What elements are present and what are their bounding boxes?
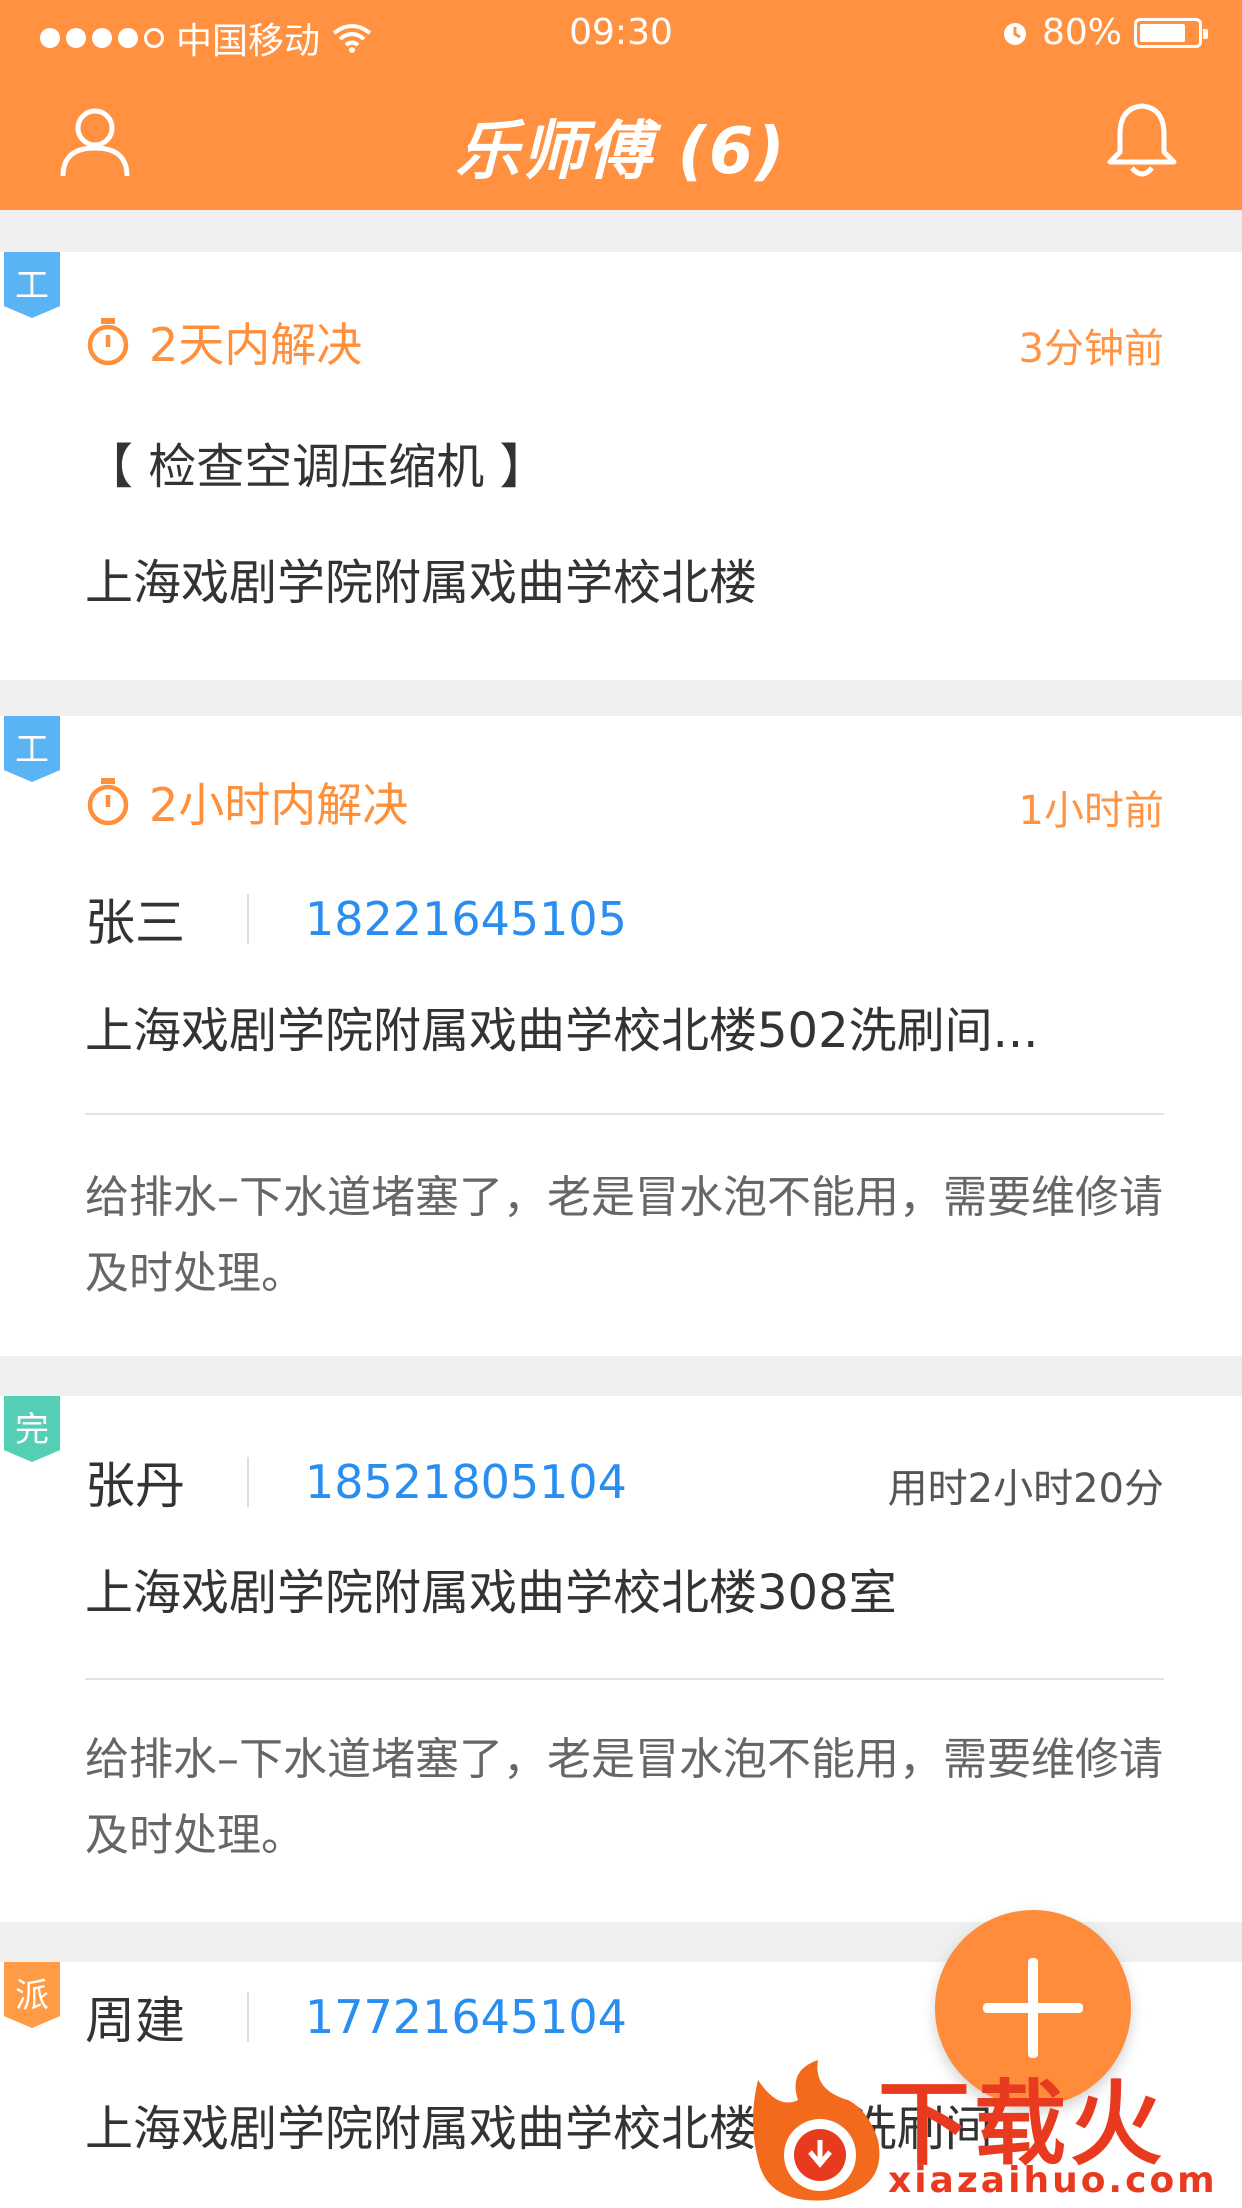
order-type-tag: 派 — [4, 1962, 60, 2028]
timer-icon — [87, 318, 129, 366]
section-divider — [85, 1678, 1164, 1680]
watermark-url: xiazaihuo.com — [888, 2160, 1218, 2201]
phone-link[interactable]: 17721645104 — [305, 1990, 627, 2044]
page-title: 乐师傅 (6) — [455, 115, 787, 189]
order-title: 【 检查空调压缩机 】 — [85, 439, 548, 495]
order-card-1[interactable]: 工 2天内解决 3分钟前 【 检查空调压缩机 】 上海戏剧学院附属戏曲学校北楼 — [0, 252, 1242, 680]
vertical-divider — [247, 1457, 249, 1507]
timer-icon — [87, 778, 129, 826]
order-card-3[interactable]: 完 张丹 18521805104 用时2小时20分 上海戏剧学院附属戏曲学校北楼… — [0, 1396, 1242, 1922]
status-bar: 中国移动 09:30 80% — [0, 0, 1242, 70]
time-ago: 1小时前 — [1018, 788, 1164, 834]
contact-name: 周建 — [85, 1992, 185, 2050]
duration-label: 用时2小时20分 — [887, 1466, 1164, 1512]
navigation-bar: 乐师傅 (6) — [0, 70, 1242, 210]
urgency-label: 2小时内解决 — [149, 778, 409, 832]
watermark-logo: 下载火 xiazaihuo.com — [738, 2040, 1242, 2208]
battery-percent: 80% — [1041, 12, 1122, 53]
bell-icon[interactable] — [1102, 100, 1182, 180]
order-card-2[interactable]: 工 2小时内解决 1小时前 张三 18221645105 上海戏剧学院附属戏曲学… — [0, 716, 1242, 1356]
urgency-label: 2天内解决 — [149, 318, 363, 372]
order-address: 上海戏剧学院附属戏曲学校北楼 — [85, 555, 758, 608]
vertical-divider — [247, 894, 249, 944]
order-type-tag: 完 — [4, 1396, 60, 1462]
battery-icon — [1134, 17, 1208, 48]
order-description: 给排水–下水道堵塞了，老是冒水泡不能用，需要维修请及时处理。 — [85, 1172, 1163, 1299]
urgency-row: 2小时内解决 — [85, 772, 1164, 832]
order-address: 上海戏剧学院附属戏曲学校北楼308室 — [85, 1565, 897, 1618]
section-divider — [85, 1113, 1164, 1115]
time-ago: 3分钟前 — [1018, 326, 1164, 372]
flame-logo-icon — [753, 2060, 880, 2201]
app-header: 中国移动 09:30 80% 乐师傅 (6) — [0, 0, 1242, 210]
status-right: 80% — [1000, 12, 1208, 53]
phone-link[interactable]: 18521805104 — [305, 1455, 627, 1509]
phone-link[interactable]: 18221645105 — [305, 892, 627, 946]
contact-row: 张三 18221645105 — [85, 886, 1164, 952]
order-address: 上海戏剧学院附属戏曲学校北楼502洗刷间... — [85, 1003, 1039, 1056]
alarm-icon — [1003, 22, 1026, 45]
vertical-divider — [247, 1992, 249, 2042]
urgency-row: 2天内解决 — [85, 312, 1164, 372]
contact-name: 张丹 — [85, 1457, 185, 1515]
contact-name: 张三 — [85, 894, 185, 952]
order-type-tag: 工 — [4, 252, 60, 318]
order-description: 给排水–下水道堵塞了，老是冒水泡不能用，需要维修请及时处理。 — [85, 1734, 1163, 1861]
order-type-tag: 工 — [4, 716, 60, 782]
